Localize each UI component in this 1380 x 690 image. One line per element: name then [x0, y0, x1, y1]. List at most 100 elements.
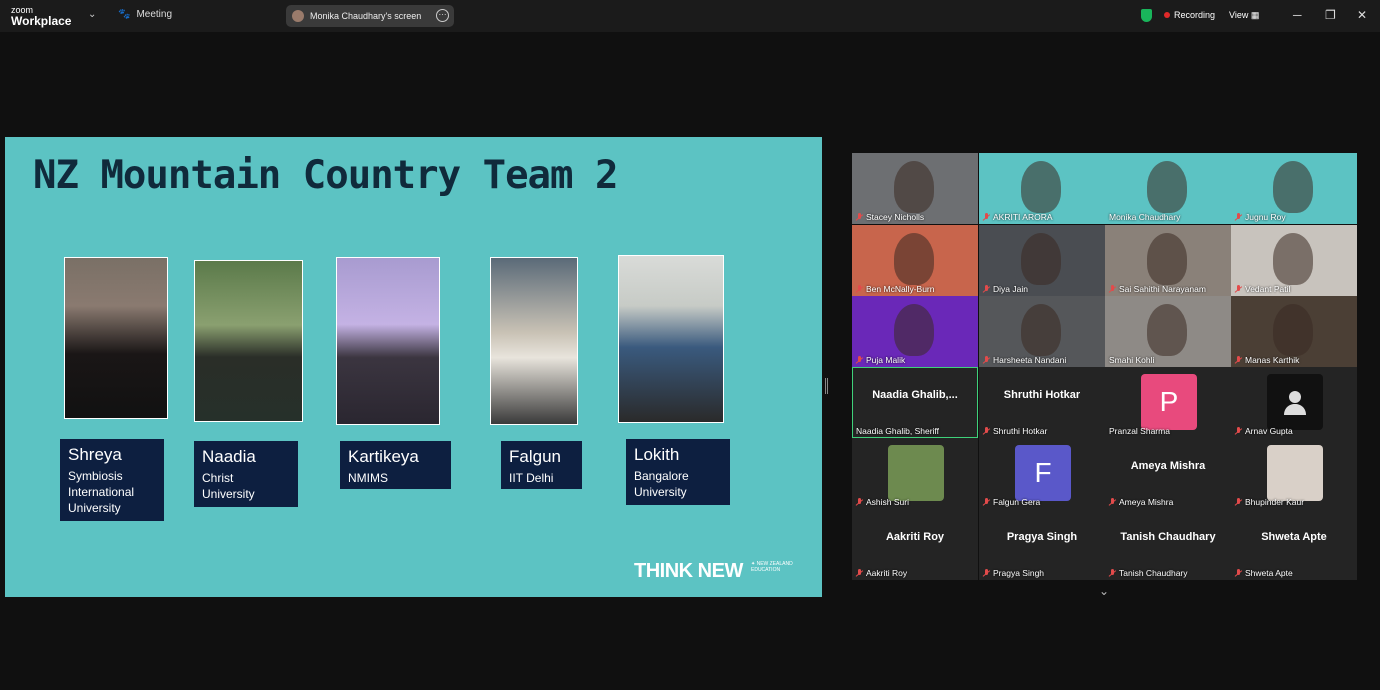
participant-tile[interactable]: Shweta Apte Shweta Apte — [1231, 509, 1357, 580]
shield-icon[interactable] — [1141, 9, 1152, 22]
participant-video — [1147, 304, 1187, 356]
minimize-button[interactable]: ─ — [1293, 8, 1302, 22]
view-button[interactable]: View ▦ — [1229, 10, 1259, 21]
resize-handle[interactable] — [825, 378, 828, 394]
participant-name: Shruthi Hotkar — [993, 426, 1048, 436]
member-name: Shreya — [68, 445, 122, 464]
participant-tile[interactable]: Tanish Chaudhary Tanish Chaudhary — [1105, 509, 1231, 580]
member-name: Lokith — [634, 445, 680, 464]
chevron-down-icon[interactable]: ⌄ — [1099, 584, 1109, 598]
participant-name-label: Vedant Patil — [1235, 284, 1290, 294]
participant-video — [894, 304, 934, 356]
participant-tile[interactable]: Monika Chaudhary — [1105, 153, 1231, 224]
participant-tile[interactable]: Vedant Patil — [1231, 225, 1357, 296]
member-photo — [194, 260, 303, 422]
participant-name-label: Falgun Gera — [983, 497, 1040, 507]
avatar — [292, 10, 304, 22]
participant-name-label: Ashish Suri — [856, 497, 909, 507]
participant-name: Sai Sahithi Narayanam — [1119, 284, 1206, 294]
participant-tile[interactable]: Stacey Nicholls — [852, 153, 978, 224]
participant-name-label: Arnav Gupta — [1235, 426, 1293, 436]
mic-muted-icon — [856, 569, 863, 577]
participant-video — [894, 161, 934, 213]
mic-muted-icon — [1235, 285, 1242, 293]
member-photo — [64, 257, 168, 419]
participant-tile[interactable]: Pragya Singh Pragya Singh — [979, 509, 1105, 580]
participant-tile[interactable]: Puja Malik — [852, 296, 978, 367]
avatar-initial: F — [1015, 445, 1071, 501]
participant-tile[interactable]: Manas Karthik — [1231, 296, 1357, 367]
participant-tile[interactable]: Ashish Suri — [852, 438, 978, 509]
nz-education-logo: ✦ NEW ZEALAND EDUCATION — [751, 561, 801, 579]
participant-name: Pragya Singh — [993, 568, 1045, 578]
member-org-line: University — [202, 487, 255, 501]
member-org-line: Bangalore — [634, 469, 689, 483]
more-options-icon[interactable]: ··· — [436, 9, 449, 22]
participant-name-label: Jugnu Roy — [1235, 212, 1286, 222]
mic-muted-icon — [856, 498, 863, 506]
member-org-line: IIT Delhi — [509, 471, 554, 485]
participant-tile[interactable]: P Pranzal Sharma — [1105, 367, 1231, 438]
participant-name-label: Bhupinder Kaur — [1235, 497, 1304, 507]
mic-muted-icon — [856, 213, 863, 221]
member-card-naadia: Naadia Christ University — [194, 441, 298, 507]
participant-name: Pranzal Sharma — [1109, 426, 1170, 436]
participant-tile[interactable]: Aakriti Roy Aakriti Roy — [852, 509, 978, 580]
participant-tile[interactable]: Jugnu Roy — [1231, 153, 1357, 224]
view-label: View — [1229, 10, 1249, 20]
slide-title: NZ Mountain Country Team 2 — [33, 153, 618, 198]
member-name: Falgun — [509, 447, 561, 466]
member-photo — [336, 257, 440, 425]
restore-button[interactable]: ❐ — [1325, 8, 1336, 22]
mic-muted-icon — [983, 569, 990, 577]
participant-name: Falgun Gera — [993, 497, 1041, 507]
participant-video — [1147, 161, 1187, 213]
participant-display-name: Aakriti Roy — [885, 531, 945, 543]
participant-tile[interactable]: Smahi Kohli — [1105, 296, 1231, 367]
member-card-kartikeya: Kartikeya NMIMS — [340, 441, 451, 489]
participant-tile[interactable]: F Falgun Gera — [979, 438, 1105, 509]
member-name: Kartikeya — [348, 447, 419, 466]
participant-tile[interactable]: Diya Jain — [979, 225, 1105, 296]
participant-tile[interactable]: Shruthi Hotkar Shruthi Hotkar — [979, 367, 1105, 438]
participant-tile[interactable]: Bhupinder Kaur — [1231, 438, 1357, 509]
participant-name: Harsheeta Nandani — [993, 355, 1067, 365]
participant-tile[interactable]: AKRITI ARORA — [979, 153, 1105, 224]
screen-share-indicator[interactable]: Monika Chaudhary's screen ··· — [286, 5, 454, 27]
avatar — [888, 445, 944, 501]
participant-video — [1021, 233, 1061, 285]
zoom-logo[interactable]: zoom Workplace — [11, 5, 71, 27]
participant-video — [1273, 304, 1313, 356]
participant-tile[interactable]: Naadia Ghalib,... Naadia Ghalib, Sheriff — [852, 367, 978, 438]
close-button[interactable]: ✕ — [1357, 8, 1367, 22]
participant-display-name: Tanish Chaudhary — [1120, 531, 1216, 543]
participant-name: Bhupinder Kaur — [1245, 497, 1305, 507]
participant-tile[interactable]: Ameya Mishra Ameya Mishra — [1105, 438, 1231, 509]
mic-muted-icon — [1235, 569, 1242, 577]
meeting-menu[interactable]: 🐾 Meeting — [118, 9, 172, 20]
share-label: Monika Chaudhary's screen — [310, 11, 422, 21]
participant-tile[interactable]: Sai Sahithi Narayanam — [1105, 225, 1231, 296]
participant-tile[interactable]: Ben McNally-Burn — [852, 225, 978, 296]
participant-name-label: Diya Jain — [983, 284, 1028, 294]
member-name: Naadia — [202, 447, 256, 466]
title-bar: zoom Workplace ⌄ 🐾 Meeting Monika Chaudh… — [0, 0, 1380, 32]
participant-name: Arnav Gupta — [1245, 426, 1293, 436]
participant-name-label: Ameya Mishra — [1109, 497, 1173, 507]
mic-muted-icon — [1235, 213, 1242, 221]
mic-muted-icon — [856, 285, 863, 293]
participant-name-label: Monika Chaudhary — [1109, 212, 1180, 222]
paw-icon: 🐾 — [118, 9, 131, 20]
participant-display-name: Shruthi Hotkar — [1003, 389, 1081, 401]
participant-name-label: Stacey Nicholls — [856, 212, 924, 222]
chevron-down-icon[interactable]: ⌄ — [88, 9, 96, 20]
participant-name: Jugnu Roy — [1245, 212, 1286, 222]
participant-name: Tanish Chaudhary — [1119, 568, 1188, 578]
participant-video — [894, 233, 934, 285]
recording-indicator[interactable]: Recording — [1164, 10, 1215, 20]
participant-tile[interactable]: Arnav Gupta — [1231, 367, 1357, 438]
participant-name-label: Pranzal Sharma — [1109, 426, 1170, 436]
participant-name-label: Shruthi Hotkar — [983, 426, 1047, 436]
mic-muted-icon — [1109, 285, 1116, 293]
participant-tile[interactable]: Harsheeta Nandani — [979, 296, 1105, 367]
